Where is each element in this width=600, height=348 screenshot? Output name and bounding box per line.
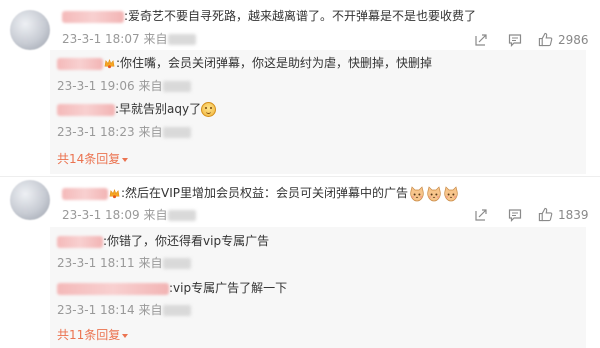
comment-button[interactable] <box>508 33 522 47</box>
reply-meta: 23-3-1 19:06 来自 <box>57 78 192 94</box>
cat-emoji-icon <box>443 186 459 202</box>
comment-source: 来自 <box>143 32 168 46</box>
like-icon <box>538 207 553 222</box>
like-icon <box>538 32 553 47</box>
reply-text-line: :你错了，你还得看vip专属广告 <box>57 233 269 249</box>
comment-actions: 2986 <box>474 32 589 47</box>
more-replies-text: 共11条回复 <box>57 328 121 342</box>
comment-source: 来自 <box>143 208 168 222</box>
like-count: 1839 <box>558 207 589 222</box>
chevron-down-icon <box>122 333 129 338</box>
comment-button[interactable] <box>508 208 522 222</box>
cat-emoji-icon <box>409 186 425 202</box>
reply-source: 来自 <box>138 303 163 317</box>
reply-text-line: :你住嘴，会员关闭弹幕，你这是助纣为虐，快删掉，快删掉 <box>57 55 432 71</box>
reply-text: :早就告别aqy了 <box>115 102 202 116</box>
comment-text-line: :然后在VIP里增加会员权益：会员可关闭弹幕中的广告 <box>62 185 459 202</box>
cat-emoji-icon <box>426 186 442 202</box>
divider <box>0 176 600 177</box>
reply-meta: 23-3-1 18:23 来自 <box>57 124 192 140</box>
like-count: 2986 <box>558 32 589 47</box>
comment-text-line: :爱奇艺不要自寻死路，越来越离谱了。不开弹幕是不是也要收费了 <box>62 8 476 24</box>
reply-text: :你错了，你还得看vip专属广告 <box>103 234 270 248</box>
reply-source: 来自 <box>138 256 163 270</box>
forward-button[interactable] <box>474 33 488 47</box>
forward-icon <box>474 33 488 47</box>
reply-meta: 23-3-1 18:11 来自 <box>57 255 192 271</box>
crown-icon <box>104 58 115 69</box>
more-replies-link[interactable]: 共14条回复 <box>57 151 129 167</box>
username[interactable] <box>62 187 108 200</box>
avatar[interactable] <box>10 180 50 220</box>
reply-username[interactable] <box>57 235 103 248</box>
reply-meta: 23-3-1 18:14 来自 <box>57 302 192 318</box>
comment-time: 23-3-1 18:09 <box>62 208 140 222</box>
more-replies-text: 共14条回复 <box>57 152 121 166</box>
comment-time: 23-3-1 18:07 <box>62 32 140 46</box>
reply-source: 来自 <box>138 79 163 93</box>
comment-meta: 23-3-1 18:09 来自 <box>62 207 197 223</box>
forward-button[interactable] <box>474 208 488 222</box>
reply-username[interactable] <box>57 57 103 70</box>
username[interactable] <box>62 10 124 23</box>
comment-text: :爱奇艺不要自寻死路，越来越离谱了。不开弹幕是不是也要收费了 <box>124 9 477 23</box>
reply-text-line: :早就告别aqy了 <box>57 101 217 117</box>
crown-icon <box>109 188 120 199</box>
comment-text: :然后在VIP里增加会员权益：会员可关闭弹幕中的广告 <box>121 186 409 200</box>
reply-time: 23-3-1 18:11 <box>57 256 135 270</box>
comment-icon <box>508 208 522 222</box>
forward-icon <box>474 208 488 222</box>
reply-text: :你住嘴，会员关闭弹幕，你这是助纣为虐，快删掉，快删掉 <box>116 56 433 70</box>
reply-time: 23-3-1 19:06 <box>57 79 135 93</box>
reply-time: 23-3-1 18:14 <box>57 303 135 317</box>
like-button[interactable]: 1839 <box>538 207 589 222</box>
reply-text: :vip专属广告了解一下 <box>169 281 288 295</box>
emoji-icon <box>201 102 217 117</box>
more-replies-link[interactable]: 共11条回复 <box>57 327 129 343</box>
reply-time: 23-3-1 18:23 <box>57 125 135 139</box>
comment-meta: 23-3-1 18:07 来自 <box>62 31 197 47</box>
reply-username[interactable] <box>57 282 169 295</box>
comment-icon <box>508 33 522 47</box>
comment-actions: 1839 <box>474 207 589 222</box>
reply-source: 来自 <box>138 125 163 139</box>
reply-text-line: :vip专属广告了解一下 <box>57 280 287 296</box>
reply-username[interactable] <box>57 103 115 116</box>
like-button[interactable]: 2986 <box>538 32 589 47</box>
avatar[interactable] <box>10 10 50 50</box>
chevron-down-icon <box>122 157 129 162</box>
